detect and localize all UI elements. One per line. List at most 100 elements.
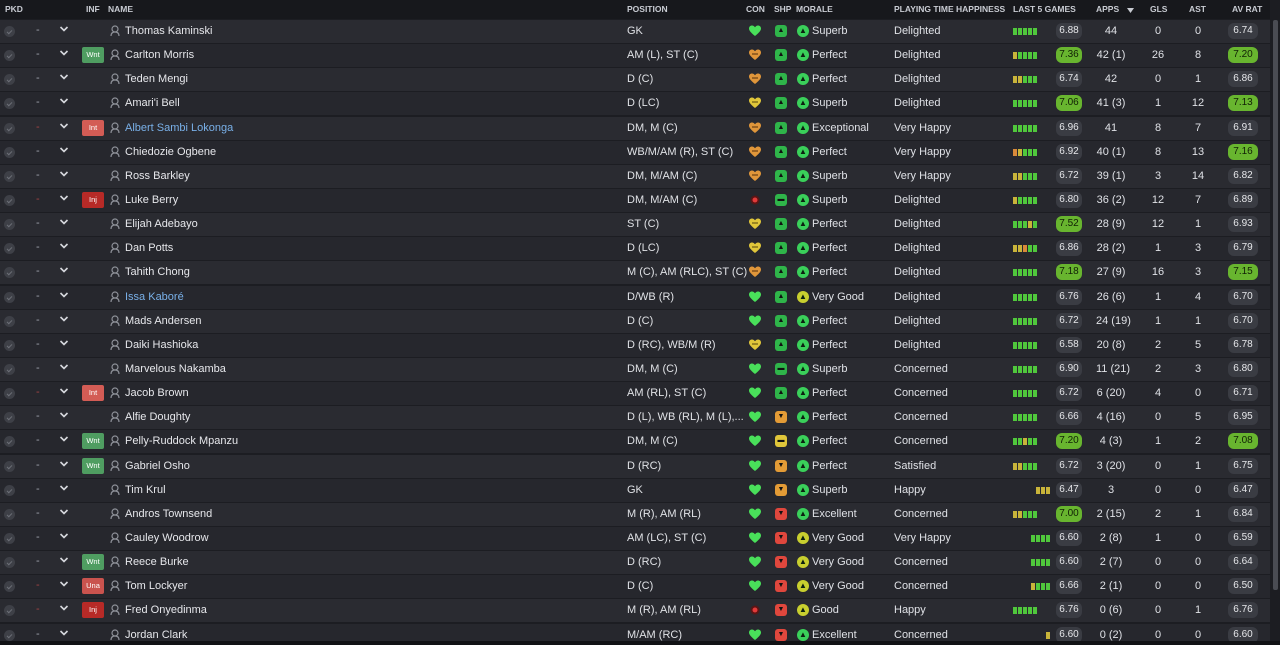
- player-name[interactable]: Alfie Doughty: [125, 411, 190, 423]
- selection-status[interactable]: -: [36, 434, 40, 446]
- player-row[interactable]: - Issa Kaboré D/WB (R) ▲ ▲ Very Good Del…: [0, 285, 1270, 309]
- selection-status[interactable]: -: [36, 48, 40, 60]
- player-name[interactable]: Thomas Kaminski: [125, 25, 212, 37]
- info-badge[interactable]: Int: [82, 385, 104, 402]
- player-name[interactable]: Tom Lockyer: [125, 580, 187, 592]
- col-header-position[interactable]: POSITION: [627, 4, 668, 14]
- chevron-down-icon[interactable]: [59, 408, 69, 422]
- player-name[interactable]: Gabriel Osho: [125, 460, 190, 472]
- chevron-down-icon[interactable]: [59, 577, 69, 591]
- player-row[interactable]: - Int Albert Sambi Lokonga DM, M (C) ▲ ▲…: [0, 116, 1270, 140]
- selection-status[interactable]: -: [36, 290, 40, 302]
- col-header-gls[interactable]: GLS: [1150, 4, 1167, 14]
- picked-toggle-icon[interactable]: [4, 484, 15, 496]
- sort-desc-icon[interactable]: [1127, 5, 1134, 15]
- selection-status[interactable]: -: [36, 531, 40, 543]
- selection-status[interactable]: -: [36, 265, 40, 277]
- picked-toggle-icon[interactable]: [4, 122, 15, 134]
- chevron-down-icon[interactable]: [59, 481, 69, 495]
- player-row[interactable]: - Int Jacob Brown AM (RL), ST (C) ▲ ▲ Pe…: [0, 382, 1270, 406]
- picked-toggle-icon[interactable]: [4, 291, 15, 303]
- player-row[interactable]: - Tahith Chong M (C), AM (RLC), ST (C) ▲…: [0, 261, 1270, 285]
- selection-status[interactable]: -: [36, 338, 40, 350]
- info-badge[interactable]: Inj: [82, 191, 104, 208]
- selection-status[interactable]: -: [36, 555, 40, 567]
- chevron-down-icon[interactable]: [59, 312, 69, 326]
- player-row[interactable]: - Ross Barkley DM, M/AM (C) ▲ ▲ Superb V…: [0, 164, 1270, 188]
- player-row[interactable]: - Tim Krul GK ▼ ▲ Superb Happy 6.47 3 0 …: [0, 478, 1270, 502]
- chevron-down-icon[interactable]: [59, 70, 69, 84]
- selection-status[interactable]: -: [36, 72, 40, 84]
- selection-status[interactable]: -: [36, 483, 40, 495]
- selection-status[interactable]: -: [36, 314, 40, 326]
- picked-toggle-icon[interactable]: [4, 605, 15, 617]
- info-badge[interactable]: Una: [82, 578, 104, 595]
- selection-status[interactable]: -: [36, 628, 40, 640]
- col-header-ast[interactable]: AST: [1189, 4, 1206, 14]
- selection-status[interactable]: -: [36, 603, 40, 615]
- picked-toggle-icon[interactable]: [4, 74, 15, 86]
- player-row[interactable]: - Amari'i Bell D (LC) ▲ ▲ Superb Delight…: [0, 92, 1270, 116]
- picked-toggle-icon[interactable]: [4, 219, 15, 231]
- player-row[interactable]: - Elijah Adebayo ST (C) ▲ ▲ Perfect Deli…: [0, 213, 1270, 237]
- selection-status[interactable]: -: [36, 145, 40, 157]
- chevron-down-icon[interactable]: [59, 215, 69, 229]
- selection-status[interactable]: -: [36, 241, 40, 253]
- picked-toggle-icon[interactable]: [4, 146, 15, 158]
- chevron-down-icon[interactable]: [59, 94, 69, 108]
- picked-toggle-icon[interactable]: [4, 581, 15, 593]
- col-header-playing-time[interactable]: PLAYING TIME HAPPINESS: [894, 4, 1005, 14]
- selection-status[interactable]: -: [36, 96, 40, 108]
- scrollbar-thumb[interactable]: [1273, 20, 1278, 590]
- player-name[interactable]: Albert Sambi Lokonga: [125, 122, 233, 134]
- picked-toggle-icon[interactable]: [4, 460, 15, 472]
- player-row[interactable]: - Wnt Pelly-Ruddock Mpanzu DM, M (C) ▬ ▲…: [0, 430, 1270, 454]
- col-header-form[interactable]: LAST 5 GAMES: [1013, 4, 1076, 14]
- chevron-down-icon[interactable]: [59, 239, 69, 253]
- picked-toggle-icon[interactable]: [4, 339, 15, 351]
- selection-status[interactable]: -: [36, 362, 40, 374]
- picked-toggle-icon[interactable]: [4, 267, 15, 279]
- info-badge[interactable]: Wnt: [82, 457, 104, 474]
- picked-toggle-icon[interactable]: [4, 170, 15, 182]
- player-name[interactable]: Reece Burke: [125, 556, 189, 568]
- info-badge[interactable]: Wnt: [82, 433, 104, 450]
- col-header-shp[interactable]: SHP: [774, 4, 791, 14]
- info-badge[interactable]: Wnt: [82, 554, 104, 571]
- player-row[interactable]: - Inj Fred Onyedinma M (R), AM (RL) ▼ ▲ …: [0, 599, 1270, 623]
- player-name[interactable]: Amari'i Bell: [125, 97, 180, 109]
- picked-toggle-icon[interactable]: [4, 50, 15, 62]
- player-row[interactable]: - Dan Potts D (LC) ▲ ▲ Perfect Delighted…: [0, 237, 1270, 261]
- chevron-down-icon[interactable]: [59, 143, 69, 157]
- player-name[interactable]: Fred Onyedinma: [125, 604, 207, 616]
- info-badge[interactable]: Inj: [82, 602, 104, 619]
- selection-status[interactable]: -: [36, 507, 40, 519]
- selection-status[interactable]: -: [36, 579, 40, 591]
- chevron-down-icon[interactable]: [59, 601, 69, 615]
- selection-status[interactable]: -: [36, 193, 40, 205]
- player-row[interactable]: - Teden Mengi D (C) ▲ ▲ Perfect Delighte…: [0, 68, 1270, 92]
- player-row[interactable]: - Thomas Kaminski GK ▲ ▲ Superb Delighte…: [0, 20, 1270, 43]
- chevron-down-icon[interactable]: [59, 457, 69, 471]
- chevron-down-icon[interactable]: [59, 384, 69, 398]
- player-row[interactable]: - Inj Luke Berry DM, M/AM (C) ▬ ▲ Superb…: [0, 188, 1270, 212]
- selection-status[interactable]: -: [36, 217, 40, 229]
- player-row[interactable]: - Una Tom Lockyer D (C) ▼ ▲ Very Good Co…: [0, 575, 1270, 599]
- player-name[interactable]: Carlton Morris: [125, 49, 194, 61]
- player-name[interactable]: Ross Barkley: [125, 170, 190, 182]
- player-name[interactable]: Cauley Woodrow: [125, 532, 209, 544]
- picked-toggle-icon[interactable]: [4, 436, 15, 448]
- player-row[interactable]: - Wnt Gabriel Osho D (RC) ▼ ▲ Perfect Sa…: [0, 454, 1270, 478]
- selection-status[interactable]: -: [36, 24, 40, 36]
- col-header-name[interactable]: NAME: [108, 4, 133, 14]
- chevron-down-icon[interactable]: [59, 119, 69, 133]
- chevron-down-icon[interactable]: [59, 336, 69, 350]
- col-header-pkd[interactable]: PKD: [5, 4, 23, 14]
- chevron-down-icon[interactable]: [59, 505, 69, 519]
- chevron-down-icon[interactable]: [59, 432, 69, 446]
- col-header-con[interactable]: CON: [746, 4, 765, 14]
- picked-toggle-icon[interactable]: [4, 194, 15, 206]
- player-name[interactable]: Daiki Hashioka: [125, 339, 198, 351]
- scrollbar[interactable]: [1271, 0, 1280, 645]
- chevron-down-icon[interactable]: [59, 263, 69, 277]
